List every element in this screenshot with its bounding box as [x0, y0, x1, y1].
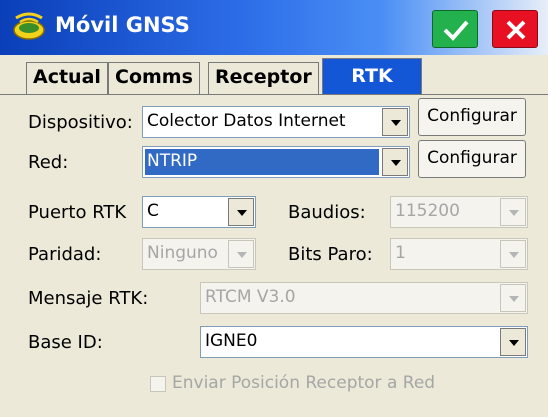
red-select[interactable]: NTRIP — [142, 146, 410, 178]
puerto-rtk-select[interactable]: C — [142, 196, 256, 228]
bits-paro-select: 1 — [390, 238, 528, 270]
dispositivo-value: Colector Datos Internet — [147, 111, 346, 131]
satellite-icon — [13, 12, 45, 40]
paridad-value: Ninguno — [147, 243, 218, 263]
bits-paro-label: Bits Paro: — [288, 244, 373, 265]
bits-paro-value: 1 — [395, 243, 406, 263]
mensaje-rtk-select: RTCM V3.0 — [200, 282, 528, 314]
configurar-red-button[interactable]: Configurar — [418, 140, 526, 178]
base-id-select[interactable]: IGNE0 — [200, 326, 528, 358]
chevron-down-icon — [500, 284, 526, 312]
tab-receptor[interactable]: Receptor — [208, 62, 319, 94]
mensaje-rtk-value: RTCM V3.0 — [205, 287, 296, 307]
checkmark-icon — [443, 20, 469, 41]
rtk-panel: Dispositivo: Colector Datos Internet Con… — [14, 96, 534, 417]
base-id-value: IGNE0 — [205, 331, 258, 351]
paridad-label: Paridad: — [28, 244, 102, 265]
baudios-value: 115200 — [395, 201, 460, 221]
tab-actual[interactable]: Actual — [26, 62, 108, 94]
chevron-down-icon[interactable] — [382, 108, 408, 136]
baudios-select: 115200 — [390, 196, 528, 228]
baudios-label: Baudios: — [288, 202, 366, 223]
chevron-down-icon[interactable] — [228, 198, 254, 226]
chevron-down-icon — [228, 240, 254, 268]
title-bar: Móvil GNSS — [0, 0, 548, 55]
red-label: Red: — [28, 152, 69, 173]
chevron-down-icon — [500, 240, 526, 268]
red-value: NTRIP — [147, 151, 198, 171]
chevron-down-icon — [500, 198, 526, 226]
base-id-label: Base ID: — [28, 332, 103, 353]
tab-rtk[interactable]: RTK — [322, 58, 422, 94]
enviar-posicion-label: Enviar Posición Receptor a Red — [172, 373, 436, 393]
puerto-rtk-value: C — [147, 201, 159, 221]
paridad-select: Ninguno — [142, 238, 256, 270]
mensaje-rtk-label: Mensaje RTK: — [28, 288, 149, 309]
window-title: Móvil GNSS — [55, 13, 190, 37]
dispositivo-label: Dispositivo: — [28, 112, 133, 133]
tab-divider — [0, 94, 548, 95]
ok-button[interactable] — [432, 10, 478, 48]
close-button[interactable] — [492, 10, 538, 48]
close-icon — [506, 20, 526, 40]
puerto-rtk-label: Puerto RTK — [28, 202, 127, 223]
chevron-down-icon[interactable] — [500, 328, 526, 356]
tab-comms[interactable]: Comms — [108, 62, 200, 94]
chevron-down-icon[interactable] — [382, 148, 408, 176]
configurar-dispositivo-button[interactable]: Configurar — [418, 98, 526, 136]
enviar-posicion-checkbox — [150, 376, 166, 392]
dispositivo-select[interactable]: Colector Datos Internet — [142, 106, 410, 138]
